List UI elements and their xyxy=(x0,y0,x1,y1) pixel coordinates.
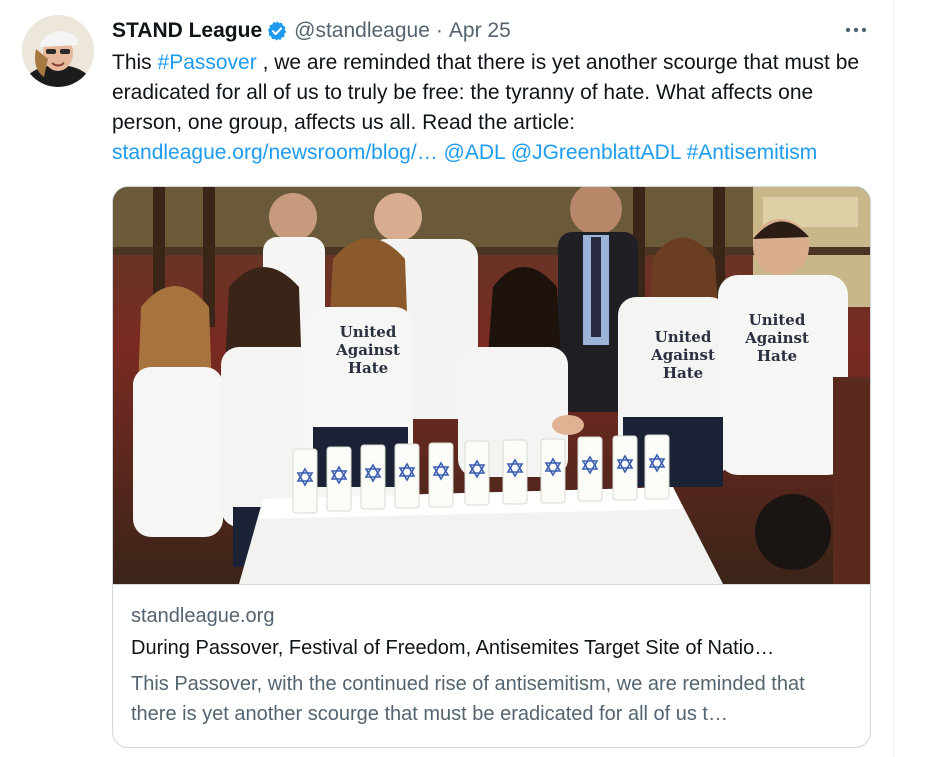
shirt-text-line1: United xyxy=(655,328,712,346)
card-title[interactable]: During Passover, Festival of Freedom, An… xyxy=(131,637,853,660)
shirt-text-line2: Against xyxy=(650,346,715,364)
tweet-header: STAND League @standleague · Apr 25 xyxy=(112,16,511,46)
shirt-text-line1: United xyxy=(340,323,397,341)
tweet-text: This #Passover , we are reminded that th… xyxy=(112,48,882,168)
tweet-date[interactable]: Apr 25 xyxy=(449,19,511,43)
shirt-text-line2: Against xyxy=(744,329,809,347)
hashtag-antisemitism-link[interactable]: #Antisemitism xyxy=(687,141,818,164)
card-description: This Passover, with the continued rise o… xyxy=(131,673,805,725)
verified-badge-icon xyxy=(266,20,288,42)
mention-greenblatt-link[interactable]: @JGreenblattADL xyxy=(511,141,681,164)
author-avatar[interactable] xyxy=(22,15,94,87)
more-options-button[interactable] xyxy=(838,16,874,44)
card-domain: standleague.org xyxy=(131,605,275,627)
header-separator: · xyxy=(435,19,443,42)
timeline-border xyxy=(893,0,894,757)
author-handle[interactable]: @standleague xyxy=(294,19,430,43)
author-name[interactable]: STAND League xyxy=(112,19,262,43)
article-url-link[interactable]: standleague.org/newsroom/blog/… xyxy=(112,141,438,164)
shirt-text-line3: Hate xyxy=(663,364,703,382)
shirt-text-line2: Against xyxy=(335,341,400,359)
shirt-text-line1: United xyxy=(749,311,806,329)
card-image[interactable]: United Against Hate United Against Hate … xyxy=(113,187,870,584)
link-preview-card[interactable]: United Against Hate United Against Hate … xyxy=(112,186,871,748)
hashtag-passover-link[interactable]: #Passover xyxy=(158,51,257,74)
more-options-icon xyxy=(845,27,867,33)
card-divider xyxy=(113,584,870,585)
tweet-text-part: This xyxy=(112,51,158,74)
shirt-text-line3: Hate xyxy=(348,359,388,377)
mention-adl-link[interactable]: @ADL xyxy=(444,141,505,164)
avatar-photo xyxy=(22,15,94,87)
shirt-text-line3: Hate xyxy=(757,347,797,365)
